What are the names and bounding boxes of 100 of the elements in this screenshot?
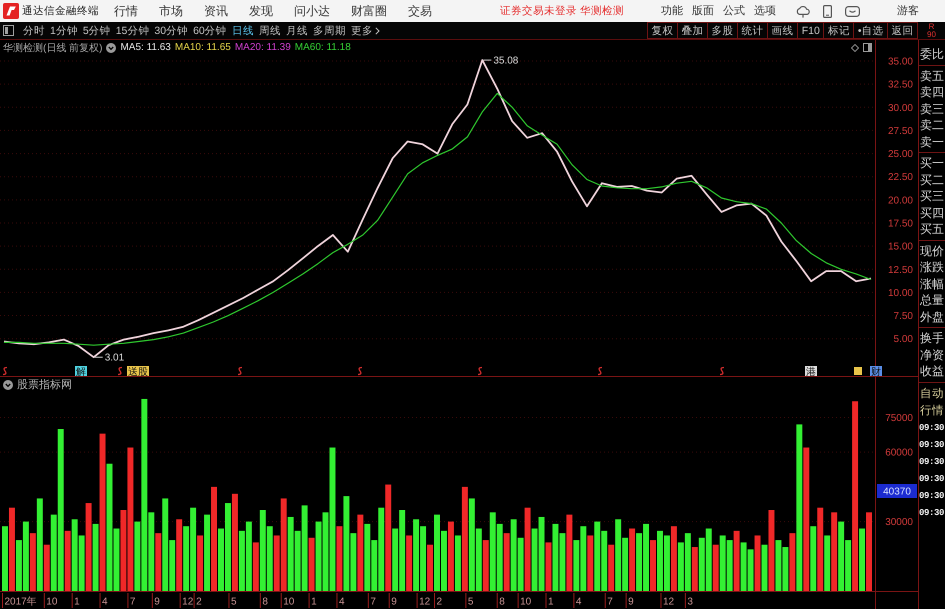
price-label: 3.01 — [104, 352, 124, 364]
time-label: 5 — [468, 596, 474, 608]
time-label: 4 — [576, 596, 582, 608]
period-tab[interactable]: 60分钟 — [193, 22, 227, 39]
quote-field-label: 买四 — [919, 204, 945, 221]
time-label: 2017年 — [4, 596, 37, 608]
dropdown-icon[interactable] — [106, 42, 116, 52]
trade-time: 09:30 — [919, 490, 945, 502]
toolbar-button[interactable]: 画线 — [768, 22, 798, 39]
period-tab[interactable]: 分时 — [23, 22, 45, 39]
quote-field-label: 卖二 — [919, 117, 945, 134]
chevron-icon — [374, 26, 380, 34]
time-label: 1 — [311, 596, 317, 608]
trade-time: 09:30 — [919, 472, 945, 486]
quote-field-label: 委比 — [919, 46, 945, 62]
menu-item[interactable]: 选项 — [754, 3, 776, 19]
mode-label: 自动 — [919, 386, 945, 402]
event-marker-icon[interactable] — [2, 366, 8, 376]
square-marker-icon[interactable] — [854, 367, 862, 375]
period-tab[interactable]: 15分钟 — [116, 22, 150, 39]
event-tag[interactable]: 解 — [75, 366, 87, 377]
menu-item[interactable]: 市场 — [159, 3, 183, 19]
event-tag[interactable]: 港 — [805, 366, 817, 377]
time-label: 7 — [130, 596, 136, 608]
quote-field-label: 现价 — [919, 242, 945, 259]
menu-item[interactable]: 版面 — [692, 3, 714, 19]
indicator-value: MA5: 11.63 — [120, 42, 171, 53]
menu-item[interactable]: 行情 — [114, 3, 138, 19]
time-label: 8 — [499, 596, 505, 608]
quote-field-label: 卖四 — [919, 84, 945, 100]
toolbar-button[interactable]: 复权 — [647, 22, 678, 39]
event-marker-icon[interactable] — [238, 366, 242, 376]
toolbar-button[interactable]: 叠加 — [678, 22, 708, 39]
event-marker-icon[interactable] — [358, 366, 362, 376]
time-label: 9 — [154, 596, 160, 608]
axis-label: 5.00 — [894, 334, 913, 346]
panel-icon[interactable] — [3, 25, 14, 36]
period-tab[interactable]: 日线 — [232, 22, 254, 39]
axis-label: 32.50 — [888, 80, 913, 91]
event-tag[interactable]: 财 — [870, 366, 882, 377]
toolbar-button[interactable]: F10 — [798, 22, 824, 39]
corner-label: R — [928, 22, 934, 30]
menu-item[interactable]: 发现 — [249, 3, 273, 19]
menu-item[interactable]: 资讯 — [204, 3, 228, 19]
event-marker-icon[interactable] — [478, 366, 482, 376]
quote-field-label: 总量 — [919, 292, 945, 308]
event-marker-icon[interactable] — [598, 366, 602, 376]
period-tab[interactable]: 月线 — [286, 22, 308, 39]
price-label: 35.08 — [493, 56, 518, 67]
phone-icon[interactable] — [823, 4, 832, 18]
period-tab[interactable]: 1分钟 — [50, 22, 78, 39]
menu-item[interactable]: 财富圈 — [351, 3, 387, 19]
axis-label: 75000 — [885, 412, 913, 424]
time-label: 10 — [520, 596, 532, 608]
axis-label: 7.50 — [894, 311, 913, 322]
trade-time: 09:30 — [919, 438, 945, 452]
quote-field-label: 净资 — [919, 346, 945, 363]
quote-field-label: 买五 — [919, 221, 945, 238]
event-tag[interactable]: 送股 — [127, 366, 149, 377]
quote-field-label: 收益 — [919, 363, 945, 380]
toolbar-button[interactable]: •自选 — [854, 22, 888, 39]
period-tab[interactable]: 5分钟 — [82, 22, 111, 39]
quote-field-label: 涨幅 — [919, 276, 945, 292]
time-label: 10 — [283, 596, 294, 608]
cursor-readout: 40370 — [877, 484, 917, 498]
leader-line — [94, 356, 104, 358]
menu-item[interactable]: 公式 — [723, 3, 745, 19]
quote-field-label: 卖一 — [919, 134, 945, 150]
message-icon[interactable] — [845, 6, 860, 16]
period-tab[interactable]: 更多 — [350, 22, 380, 39]
axis-label: 60000 — [885, 448, 913, 459]
period-tab[interactable]: 多周期 — [312, 22, 346, 39]
cloud-icon[interactable] — [796, 4, 810, 18]
quote-field-label: 涨跌 — [919, 259, 945, 276]
mode-label: 行情 — [919, 404, 945, 418]
toolbar-button[interactable]: 多股 — [708, 22, 738, 39]
toolbar-button[interactable]: 返回 — [888, 22, 918, 39]
axis-label: 22.50 — [888, 172, 913, 184]
dropdown-icon[interactable] — [3, 380, 13, 390]
toolbar-button[interactable]: 统计 — [738, 22, 768, 39]
toolbar-button[interactable]: 标记 — [824, 22, 854, 39]
time-label: 9 — [391, 596, 397, 608]
axis-label: 20.00 — [888, 195, 913, 206]
period-tab[interactable]: 30分钟 — [154, 22, 188, 39]
quote-field-label: 换手 — [919, 330, 945, 346]
event-marker-icon[interactable] — [720, 366, 724, 376]
user-button[interactable]: 游客 — [897, 3, 919, 19]
menu-item[interactable]: 交易 — [408, 3, 432, 19]
time-label: 12 — [662, 596, 674, 608]
panel-icon[interactable] — [863, 43, 872, 52]
time-label: 3 — [687, 596, 693, 608]
indicator-value: MA60: 11.18 — [294, 42, 351, 53]
menu-item[interactable]: 问小达 — [294, 3, 330, 19]
axis-label: 30.00 — [888, 102, 913, 114]
event-marker-icon[interactable] — [118, 366, 122, 376]
diamond-icon[interactable] — [851, 44, 859, 52]
menu-item[interactable]: 功能 — [661, 3, 683, 19]
period-tab[interactable]: 周线 — [258, 22, 281, 39]
quote-field-label: 卖三 — [919, 100, 945, 117]
indicator-title: 股票指标网 — [17, 378, 72, 392]
